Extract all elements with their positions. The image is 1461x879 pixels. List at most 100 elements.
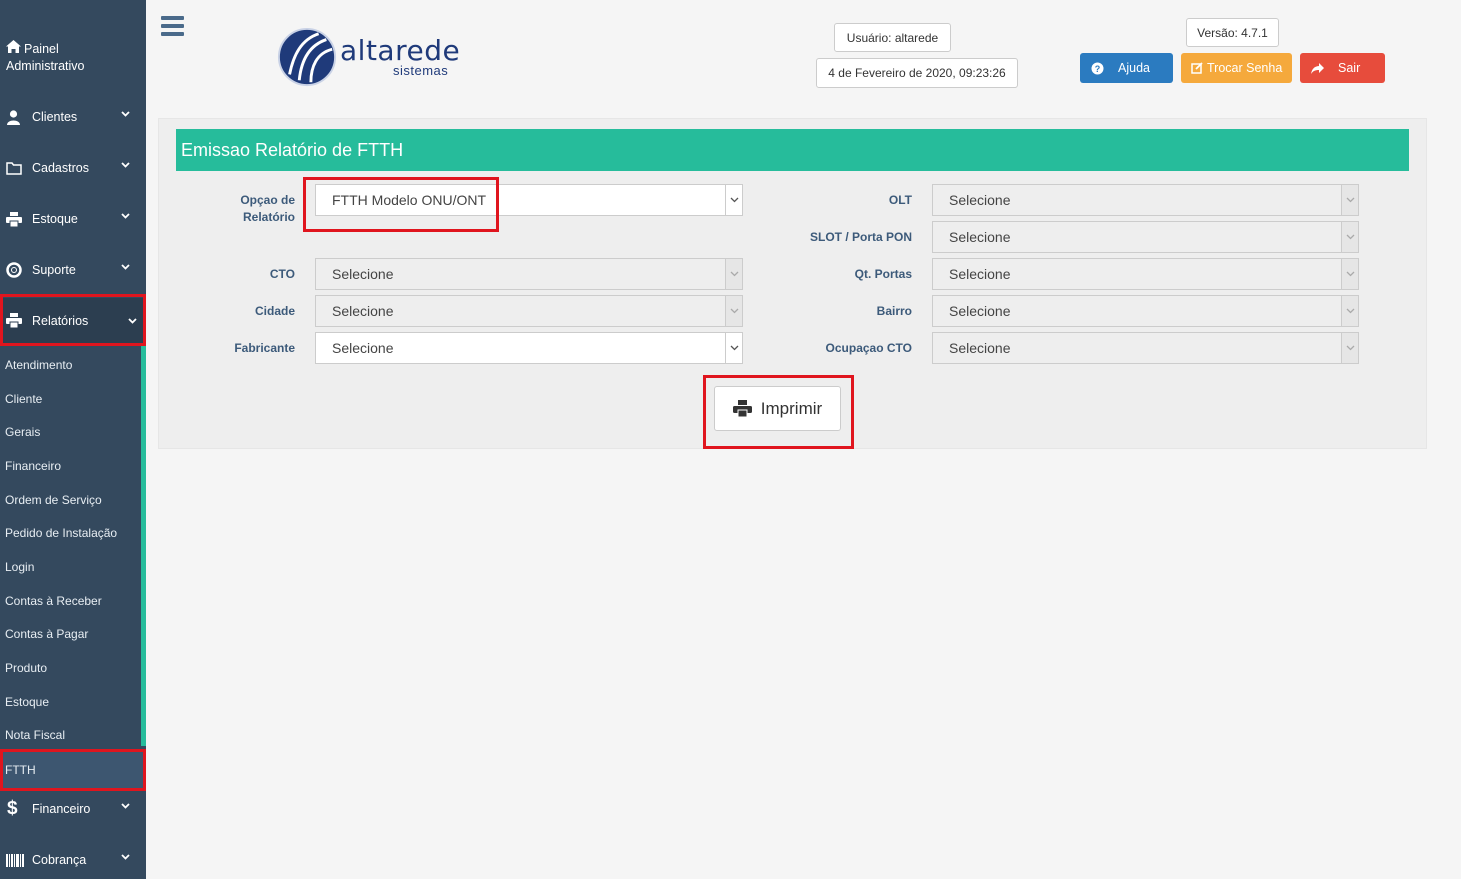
- occupation-value: Selecione: [949, 340, 1011, 356]
- panel-title: Emissao Relatório de FTTH: [176, 129, 1409, 171]
- city-value: Selecione: [332, 303, 394, 319]
- chevron-down-icon: [725, 333, 742, 363]
- submenu-item-ordem-servico[interactable]: Ordem de Serviço: [0, 483, 141, 516]
- dollar-icon: $: [7, 798, 18, 819]
- report-option-select[interactable]: FTTH Modelo ONU/ONT: [315, 184, 743, 216]
- chevron-down-icon: [128, 318, 137, 324]
- ports-label: Qt. Portas: [854, 267, 912, 281]
- lifebuoy-icon: [6, 262, 32, 278]
- cto-value: Selecione: [332, 266, 394, 282]
- olt-select[interactable]: Selecione: [932, 184, 1359, 216]
- occupation-label: Ocupaçao CTO: [825, 341, 912, 355]
- chevron-down-icon: [1341, 333, 1358, 363]
- chevron-down-icon: [1341, 185, 1358, 215]
- chevron-down-icon: [725, 296, 742, 326]
- district-value: Selecione: [949, 303, 1011, 319]
- report-option-label-line2: Relatório: [242, 210, 295, 224]
- submenu-item-financeiro[interactable]: Financeiro: [0, 449, 141, 482]
- chevron-down-icon: [121, 854, 130, 860]
- chevron-down-icon: [121, 803, 130, 809]
- help-label: Ajuda: [1118, 61, 1150, 75]
- submenu-item-contas-pagar[interactable]: Contas à Pagar: [0, 617, 141, 650]
- svg-text:?: ?: [1095, 64, 1101, 74]
- sidebar-item-estoque[interactable]: Estoque: [0, 199, 146, 239]
- submenu-item-nota-fiscal[interactable]: Nota Fiscal: [0, 718, 141, 751]
- logout-button[interactable]: Sair: [1300, 53, 1385, 83]
- district-select[interactable]: Selecione: [932, 295, 1359, 327]
- manufacturer-value: Selecione: [332, 340, 394, 356]
- altarede-logo-icon: [277, 27, 337, 87]
- sidebar-item-cobranca[interactable]: Cobrança: [0, 840, 146, 879]
- sidebar-header-line2: Administrativo: [6, 59, 85, 73]
- submenu-item-login[interactable]: Login: [0, 550, 141, 583]
- logo-text: altarede: [340, 34, 461, 67]
- sidebar-item-financeiro[interactable]: $ Financeiro: [0, 789, 146, 829]
- chevron-down-icon: [725, 185, 742, 215]
- manufacturer-select[interactable]: Selecione: [315, 332, 743, 364]
- district-label: Bairro: [876, 304, 912, 318]
- home-icon: [6, 40, 24, 58]
- ports-value: Selecione: [949, 266, 1011, 282]
- share-arrow-icon: [1311, 62, 1324, 74]
- chevron-down-icon: [725, 259, 742, 289]
- print-icon: [732, 400, 752, 417]
- menu-toggle-icon[interactable]: [161, 16, 184, 36]
- user-icon: [6, 109, 32, 125]
- submenu-item-atendimento[interactable]: Atendimento: [0, 348, 141, 381]
- sidebar-item-clientes[interactable]: Clientes: [0, 97, 146, 137]
- report-option-label-line1: Opçao de: [240, 193, 295, 207]
- print-button[interactable]: Imprimir: [714, 386, 841, 431]
- olt-value: Selecione: [949, 192, 1011, 208]
- folder-icon: [6, 161, 32, 175]
- submenu-item-contas-receber[interactable]: Contas à Receber: [0, 584, 141, 617]
- submenu-item-pedido-instalacao[interactable]: Pedido de Instalação: [0, 516, 141, 549]
- slot-pon-value: Selecione: [949, 229, 1011, 245]
- chevron-down-icon: [1341, 222, 1358, 252]
- barcode-icon: [6, 853, 32, 867]
- sidebar: Painel Administrativo Clientes Cadastros…: [0, 0, 146, 879]
- chevron-down-icon: [121, 264, 130, 270]
- submenu-item-cliente[interactable]: Cliente: [0, 382, 141, 415]
- sidebar-item-label: Estoque: [32, 212, 78, 226]
- city-select[interactable]: Selecione: [315, 295, 743, 327]
- datetime-info: 4 de Fevereiro de 2020, 09:23:26: [816, 58, 1018, 88]
- city-label: Cidade: [254, 304, 295, 318]
- manufacturer-label: Fabricante: [234, 341, 295, 355]
- report-option-label: Opçao de Relatório: [215, 192, 295, 226]
- question-icon: ?: [1091, 62, 1104, 75]
- cto-select[interactable]: Selecione: [315, 258, 743, 290]
- sidebar-item-label: Cobrança: [32, 853, 87, 867]
- sidebar-item-label: Cadastros: [32, 161, 89, 175]
- chevron-down-icon: [121, 213, 130, 219]
- submenu-item-ftth[interactable]: FTTH: [0, 752, 146, 788]
- slot-pon-label: SLOT / Porta PON: [809, 230, 912, 244]
- sidebar-item-label: Relatórios: [32, 313, 89, 328]
- sidebar-item-label: Suporte: [32, 263, 76, 277]
- chevron-down-icon: [1341, 296, 1358, 326]
- occupation-select[interactable]: Selecione: [932, 332, 1359, 364]
- sidebar-header-line1: Painel: [24, 42, 59, 56]
- slot-pon-select[interactable]: Selecione: [932, 221, 1359, 253]
- sidebar-header[interactable]: Painel Administrativo: [6, 40, 85, 75]
- report-option-value: FTTH Modelo ONU/ONT: [332, 192, 487, 208]
- logo-subtext: sistemas: [393, 63, 449, 78]
- help-button[interactable]: ? Ajuda: [1080, 53, 1173, 83]
- change-password-button[interactable]: Trocar Senha: [1181, 53, 1292, 83]
- submenu-item-estoque[interactable]: Estoque: [0, 685, 141, 718]
- chevron-down-icon: [121, 162, 130, 168]
- olt-label: OLT: [888, 193, 912, 207]
- sidebar-item-label: Financeiro: [32, 802, 91, 816]
- sidebar-item-relatorios[interactable]: Relatórios: [0, 298, 146, 343]
- submenu-item-produto[interactable]: Produto: [0, 651, 141, 684]
- logout-label: Sair: [1338, 61, 1361, 75]
- chevron-down-icon: [121, 111, 130, 117]
- edit-icon: [1191, 62, 1203, 74]
- submenu-item-gerais[interactable]: Gerais: [0, 415, 141, 448]
- user-info: Usuário: altarede: [834, 23, 951, 52]
- sidebar-item-cadastros[interactable]: Cadastros: [0, 148, 146, 188]
- submenu-accent-bar: [141, 346, 146, 746]
- sidebar-item-suporte[interactable]: Suporte: [0, 250, 146, 290]
- ports-select[interactable]: Selecione: [932, 258, 1359, 290]
- print-icon: [6, 313, 32, 328]
- print-label: Imprimir: [760, 398, 823, 418]
